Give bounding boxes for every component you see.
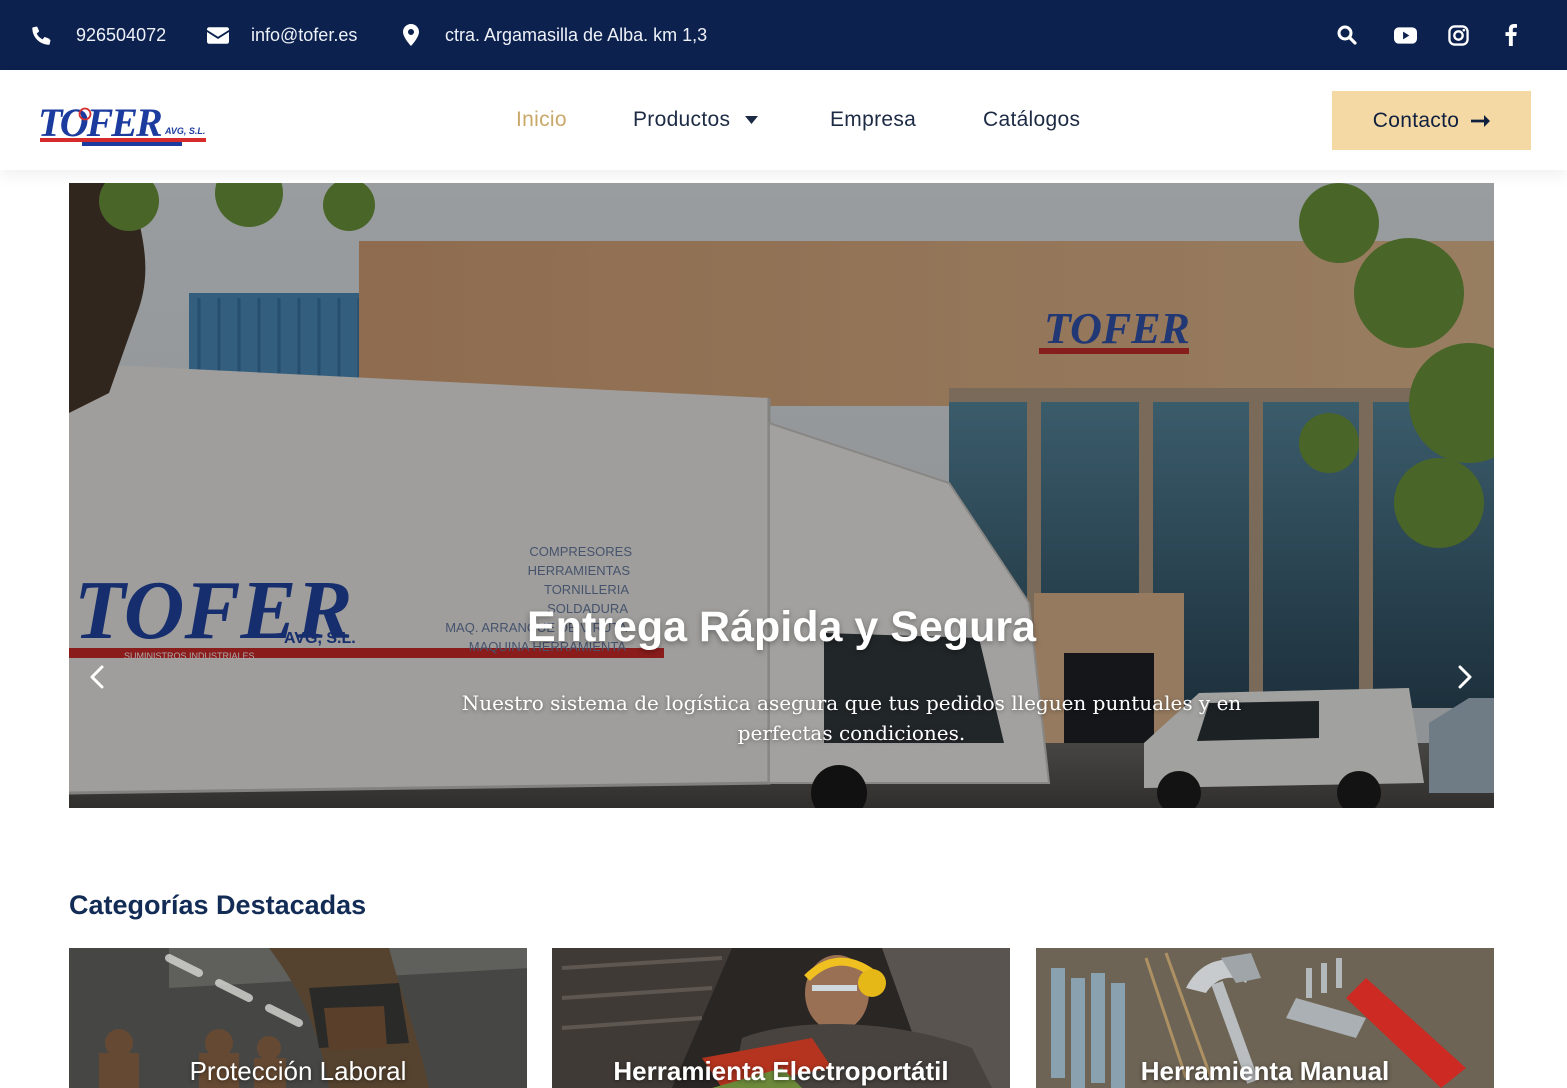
category-card-electroportatil[interactable]: Herramienta Electroportátil	[552, 948, 1010, 1088]
svg-text:AVG, S.L.: AVG, S.L.	[164, 126, 205, 136]
phone-link[interactable]: 926504072	[31, 0, 166, 70]
nav-label-productos: Productos	[633, 108, 731, 131]
nav-label-catalogos: Catálogos	[983, 108, 1081, 131]
facebook-icon	[1505, 24, 1517, 46]
category-label-proteccion: Protección Laboral	[189, 1056, 407, 1086]
nav-label-empresa: Empresa	[830, 108, 917, 131]
category-card-proteccion[interactable]: Protección Laboral	[69, 948, 527, 1088]
instagram-icon	[1447, 24, 1469, 46]
phone-icon	[31, 25, 52, 46]
category-label-electroportatil: Herramienta Electroportátil	[613, 1056, 949, 1086]
search-button[interactable]	[1332, 0, 1362, 70]
arrow-right-icon	[1471, 109, 1491, 133]
slider-prev-button[interactable]	[79, 661, 115, 697]
hero-description: Nuestro sistema de logística asegura que…	[461, 691, 1242, 745]
nav-label-inicio: Inicio	[516, 108, 567, 131]
contact-label: Contacto	[1372, 108, 1460, 132]
search-icon	[1337, 25, 1357, 45]
email-address: info@tofer.es	[251, 24, 358, 45]
top-contact-bar: 926504072 info@tofer.es ctra. Argamasill…	[0, 0, 1567, 70]
category-card-manual[interactable]: Herramienta Manual	[1036, 948, 1494, 1088]
instagram-link[interactable]	[1443, 0, 1473, 70]
facebook-link[interactable]	[1496, 0, 1526, 70]
contact-button[interactable]: Contacto	[1332, 91, 1531, 150]
chevron-left-icon	[90, 665, 104, 694]
nav-item-empresa[interactable]: Empresa	[830, 70, 916, 170]
address-text: ctra. Argamasilla de Alba. km 1,3	[445, 24, 708, 45]
phone-number: 926504072	[76, 24, 167, 45]
youtube-icon	[1393, 26, 1417, 44]
address-link[interactable]: ctra. Argamasilla de Alba. km 1,3	[403, 0, 707, 70]
chevron-right-icon	[1458, 665, 1472, 694]
main-header: TOFER AVG, S.L. Inicio Productos Empresa…	[0, 70, 1567, 170]
envelope-icon	[207, 26, 229, 44]
caret-down-icon	[745, 111, 759, 129]
hero-title: Entrega Rápida y Segura	[527, 603, 1036, 651]
tofer-logo[interactable]: TOFER AVG, S.L.	[38, 94, 208, 152]
category-label-manual: Herramienta Manual	[1140, 1056, 1390, 1086]
map-pin-icon	[403, 24, 419, 46]
nav-item-inicio[interactable]: Inicio	[516, 70, 567, 170]
nav-item-productos[interactable]: Productos	[633, 70, 759, 170]
categories-title: Categorías Destacadas	[69, 890, 367, 920]
slider-next-button[interactable]	[1447, 661, 1483, 697]
email-link[interactable]: info@tofer.es	[207, 0, 357, 70]
youtube-link[interactable]	[1390, 0, 1420, 70]
nav-item-catalogos[interactable]: Catálogos	[983, 70, 1080, 170]
hero-slider: TOFER TOFER AVG, S.L. SUMINISTROS INDUST…	[69, 183, 1494, 808]
